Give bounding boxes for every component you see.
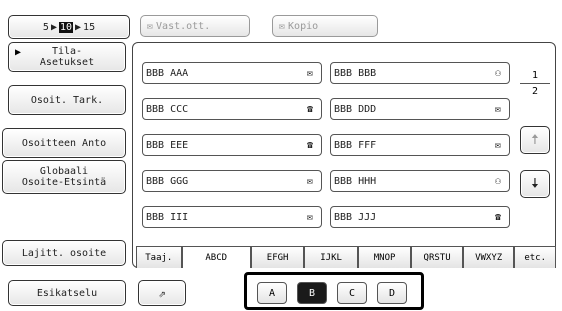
edit-address-icon: ⇗ <box>158 285 166 300</box>
envelope-icon: ✉ <box>147 20 154 32</box>
tab-abcd[interactable]: ABCD <box>181 246 251 268</box>
triangle-right-icon: ▶ <box>15 47 22 58</box>
pager-next: 15 <box>83 21 96 33</box>
letter-button-b[interactable]: B <box>297 282 327 304</box>
sidebar-item-label: Tila- <box>51 46 83 57</box>
sidebar-item-label: Asetukset <box>39 57 95 68</box>
page-current: 1 <box>520 70 550 84</box>
email-icon: ✉ <box>306 67 314 79</box>
address-entry[interactable]: BBB HHH ⚇ <box>330 170 510 192</box>
sort-address-button[interactable]: Lajitt. osoite <box>2 240 126 266</box>
email-icon: ✉ <box>494 103 502 115</box>
fax-icon: ☎ <box>494 211 502 223</box>
arrow-right-icon: ▶ <box>50 21 57 33</box>
tab-etc[interactable]: etc. <box>514 246 556 268</box>
address-entry[interactable]: BBB DDD ✉ <box>330 98 510 120</box>
address-entry[interactable]: BBB CCC ☎ <box>142 98 322 120</box>
entry-name: BBB BBB <box>334 67 377 79</box>
scroll-up-button[interactable]: 🠅 <box>520 126 550 154</box>
address-entry[interactable]: BBB JJJ ☎ <box>330 206 510 228</box>
edit-address-button[interactable]: ⇗ <box>138 280 186 306</box>
fax-icon: ☎ <box>306 139 314 151</box>
tab-mnop[interactable]: MNOP <box>357 246 412 268</box>
group-icon: ⚇ <box>494 175 502 187</box>
address-entry[interactable]: BBB EEE ☎ <box>142 134 322 156</box>
envelope-icon: ✉ <box>279 20 286 32</box>
scroll-down-button[interactable]: 🠇 <box>520 170 550 198</box>
letter-button-a[interactable]: A <box>257 282 287 304</box>
to-button[interactable]: ✉ Vast.ott. <box>140 15 250 37</box>
email-icon: ✉ <box>494 139 502 151</box>
page-indicator: 1 2 <box>520 70 550 110</box>
status-settings-button[interactable]: Tila- Asetukset <box>8 42 126 72</box>
pager-current: 10 <box>58 21 74 33</box>
cc-button[interactable]: ✉ Kopio <box>272 15 378 37</box>
sidebar-item-label: Osoite-Etsintä <box>21 177 107 188</box>
tab-qrstu[interactable]: QRSTU <box>411 246 463 268</box>
arrow-down-icon: 🠇 <box>531 175 539 192</box>
entry-name: BBB CCC <box>146 103 189 115</box>
address-entry-button[interactable]: Osoitteen Anto <box>2 128 126 158</box>
entry-name: BBB DDD <box>334 103 377 115</box>
email-icon: ✉ <box>306 211 314 223</box>
tab-efgh[interactable]: EFGH <box>250 246 305 268</box>
preview-button[interactable]: Esikatselu <box>8 280 126 306</box>
cc-label: Kopio <box>288 20 319 32</box>
entry-name: BBB III <box>146 211 189 223</box>
to-label: Vast.ott. <box>156 20 211 32</box>
sidebar-item-label: Osoit. Tark. <box>30 94 104 106</box>
address-entry[interactable]: BBB III ✉ <box>142 206 322 228</box>
index-tabs: Taaj. ABCD EFGH IJKL MNOP QRSTU VWXYZ et… <box>136 246 556 268</box>
global-address-search-button[interactable]: Globaali Osoite-Etsintä <box>2 160 126 194</box>
sort-address-label: Lajitt. osoite <box>21 247 107 259</box>
address-review-button[interactable]: Osoit. Tark. <box>8 85 126 115</box>
sidebar-item-label: Osoitteen Anto <box>21 137 107 149</box>
page-jump-button[interactable]: 5 ▶ 10 ▶ 15 <box>8 15 130 39</box>
sidebar-item-label: Globaali <box>39 166 89 177</box>
preview-label: Esikatselu <box>36 287 98 299</box>
letter-button-d[interactable]: D <box>377 282 407 304</box>
address-entry[interactable]: BBB GGG ✉ <box>142 170 322 192</box>
fax-icon: ☎ <box>306 103 314 115</box>
letter-filter: A B C D <box>244 272 424 310</box>
tab-frequent[interactable]: Taaj. <box>136 246 182 268</box>
entry-name: BBB GGG <box>146 175 189 187</box>
entry-name: BBB HHH <box>334 175 377 187</box>
pager-prev: 5 <box>42 21 49 33</box>
address-entry[interactable]: BBB BBB ⚇ <box>330 62 510 84</box>
entry-name: BBB AAA <box>146 67 189 79</box>
tab-ijkl[interactable]: IJKL <box>304 246 358 268</box>
address-entries: BBB AAA ✉ BBB BBB ⚇ BBB CCC ☎ BBB DDD ✉ BBB … <box>142 62 510 242</box>
group-icon: ⚇ <box>494 67 502 79</box>
letter-button-c[interactable]: C <box>337 282 367 304</box>
page-total: 2 <box>531 86 539 97</box>
entry-name: BBB FFF <box>334 139 377 151</box>
arrow-right-icon: ▶ <box>75 21 82 33</box>
arrow-up-icon: 🠅 <box>531 131 539 148</box>
tab-vwxyz[interactable]: VWXYZ <box>462 246 515 268</box>
address-entry[interactable]: BBB FFF ✉ <box>330 134 510 156</box>
entry-name: BBB JJJ <box>334 211 377 223</box>
entry-name: BBB EEE <box>146 139 189 151</box>
email-icon: ✉ <box>306 175 314 187</box>
address-entry[interactable]: BBB AAA ✉ <box>142 62 322 84</box>
